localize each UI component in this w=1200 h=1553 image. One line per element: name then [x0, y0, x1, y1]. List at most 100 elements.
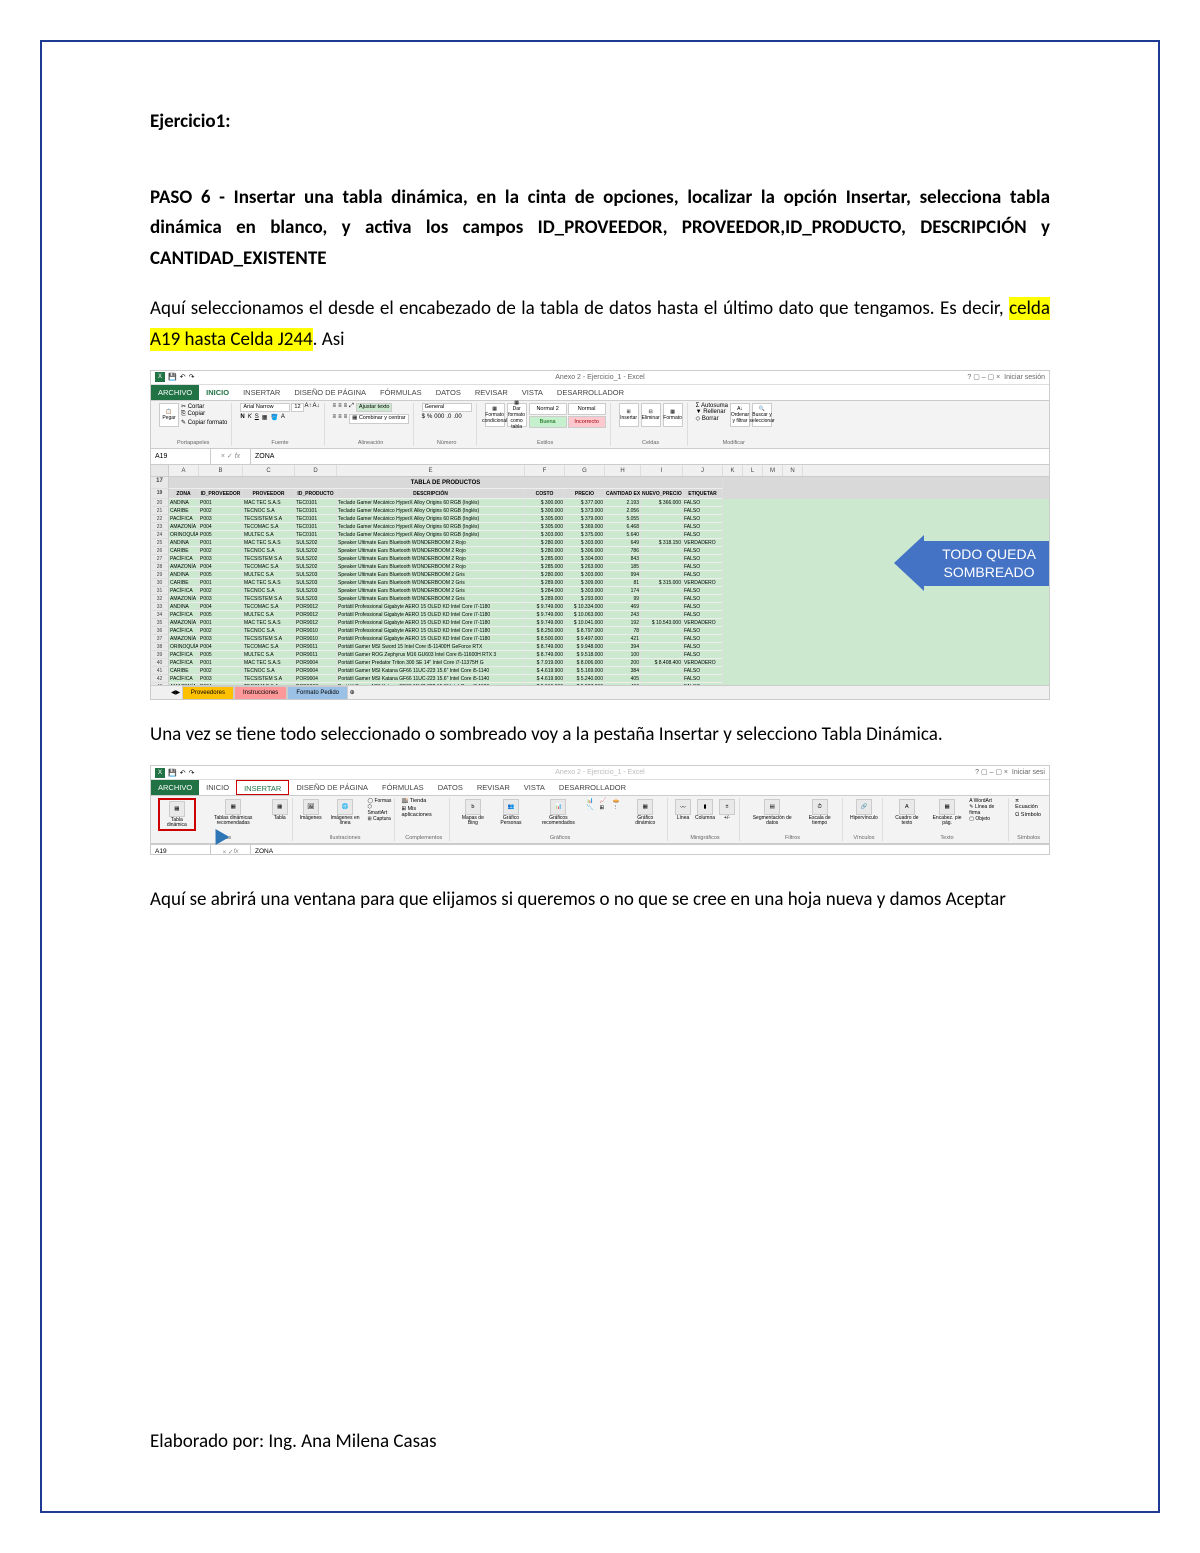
- row-header[interactable]: 29: [151, 571, 169, 579]
- cell[interactable]: FALSO: [683, 587, 723, 595]
- cell[interactable]: FALSO: [683, 563, 723, 571]
- cell[interactable]: $ 9.749.000: [525, 603, 565, 611]
- cell[interactable]: FALSO: [683, 507, 723, 515]
- cell[interactable]: POR9012: [295, 611, 337, 619]
- cell[interactable]: P005: [199, 571, 243, 579]
- cut-button[interactable]: ✂ Cortar: [181, 403, 227, 410]
- cell[interactable]: ANDINA: [169, 539, 199, 547]
- row-header[interactable]: 38: [151, 643, 169, 651]
- sort-filter-button[interactable]: A↓Ordenar y filtrar: [730, 403, 750, 427]
- cell[interactable]: FALSO: [683, 499, 723, 507]
- tab-revisar-2[interactable]: REVISAR: [470, 780, 517, 795]
- cell[interactable]: Portátil Professional Gigabyte AERO 15 O…: [337, 619, 525, 627]
- cell[interactable]: SULS202: [295, 539, 337, 547]
- cell[interactable]: [641, 611, 683, 619]
- col-L[interactable]: L: [743, 465, 763, 476]
- col-J[interactable]: J: [683, 465, 723, 476]
- cell[interactable]: [641, 507, 683, 515]
- cell[interactable]: $ 5.893.000: [565, 699, 605, 700]
- cell[interactable]: MAC TEC S.A.S: [243, 699, 295, 700]
- cell[interactable]: TEC0101: [295, 499, 337, 507]
- cell[interactable]: TEC0101: [295, 515, 337, 523]
- row-header[interactable]: 27: [151, 555, 169, 563]
- col-N[interactable]: N: [783, 465, 803, 476]
- cell[interactable]: PACÍFICA: [169, 659, 199, 667]
- cell[interactable]: Portátil Gamer Predator Triton 300 SE 14…: [337, 659, 525, 667]
- cell[interactable]: $ 4.619.900: [525, 667, 565, 675]
- timeline-button[interactable]: ⏱Escala de tiempo: [800, 798, 839, 827]
- cell[interactable]: $ 10.041.000: [565, 619, 605, 627]
- cell[interactable]: PACÍFICA: [169, 611, 199, 619]
- tab-desarrollador[interactable]: DESARROLLADOR: [550, 385, 631, 400]
- cell[interactable]: $ 263.000: [565, 563, 605, 571]
- cell[interactable]: $ 285.000: [525, 555, 565, 563]
- rec-charts-button[interactable]: 📊Gráficos recomendados: [532, 798, 584, 827]
- cell[interactable]: Portátil Gamer MSI Katana GF66 11UC-223 …: [337, 675, 525, 683]
- cell[interactable]: [641, 563, 683, 571]
- cell[interactable]: $ 303.000: [565, 539, 605, 547]
- name-box[interactable]: A19: [151, 449, 211, 464]
- cell[interactable]: P005: [199, 651, 243, 659]
- align-right-icon[interactable]: ≡: [344, 414, 348, 424]
- row-header[interactable]: 37: [151, 635, 169, 643]
- cell[interactable]: $ 10.063.000: [565, 611, 605, 619]
- col-G[interactable]: G: [565, 465, 605, 476]
- row-header[interactable]: 39: [151, 651, 169, 659]
- cell[interactable]: 5.055: [605, 515, 641, 523]
- row-header[interactable]: 34: [151, 611, 169, 619]
- cell[interactable]: TECNOC S.A: [243, 547, 295, 555]
- my-apps-button[interactable]: ⊞ Mis aplicaciones: [401, 806, 446, 818]
- cell[interactable]: 421: [605, 699, 641, 700]
- cell[interactable]: [641, 675, 683, 683]
- cell[interactable]: 384: [605, 667, 641, 675]
- select-all-corner[interactable]: [151, 465, 169, 476]
- cell[interactable]: [641, 531, 683, 539]
- cell[interactable]: TECSISTEM S.A: [243, 555, 295, 563]
- cell[interactable]: TECOMAC S.A: [243, 643, 295, 651]
- cell[interactable]: $ 8.500.000: [525, 635, 565, 643]
- col-M[interactable]: M: [763, 465, 783, 476]
- cell[interactable]: ANDINA: [169, 499, 199, 507]
- cell[interactable]: Speaker Ultimate Ears Bluetooth WONDERBO…: [337, 571, 525, 579]
- cell[interactable]: [641, 635, 683, 643]
- tab-inicio-2[interactable]: INICIO: [199, 780, 236, 795]
- cell[interactable]: FALSO: [683, 547, 723, 555]
- cell[interactable]: Portátil Professional Gigabyte AERO 15 O…: [337, 603, 525, 611]
- cell[interactable]: CARIBE: [169, 667, 199, 675]
- style-normal[interactable]: Normal: [568, 403, 606, 415]
- cell[interactable]: $ 8.006.000: [565, 659, 605, 667]
- cell[interactable]: 2.056: [605, 507, 641, 515]
- cell[interactable]: Portátil Professional Gigabyte AERO 15 O…: [337, 635, 525, 643]
- font-size-dropdown[interactable]: 12: [291, 403, 303, 413]
- cell[interactable]: Portátil Gamer MSI Sword 15 Intel Core i…: [337, 643, 525, 651]
- tab-vista-2[interactable]: VISTA: [517, 780, 552, 795]
- slicer-button[interactable]: ▤Segmentación de datos: [746, 798, 798, 827]
- style-incorrecto[interactable]: Incorrecto: [568, 416, 606, 428]
- cell[interactable]: $ 300.000: [525, 507, 565, 515]
- cell[interactable]: $ 7.919.000: [525, 659, 565, 667]
- cell[interactable]: PACÍFICA: [169, 651, 199, 659]
- cell[interactable]: 78: [605, 627, 641, 635]
- formula-input-2[interactable]: ZONA: [251, 845, 1049, 855]
- cell[interactable]: $ 9.749.000: [525, 611, 565, 619]
- align-center-icon[interactable]: ≡: [338, 414, 342, 424]
- cell[interactable]: 192: [605, 619, 641, 627]
- sheet-tab-formato-pedido[interactable]: Formato Pedido: [287, 686, 348, 699]
- cell[interactable]: [641, 547, 683, 555]
- merge-center-button[interactable]: ▦ Combinar y centrar: [349, 414, 409, 424]
- cell[interactable]: FALSO: [683, 603, 723, 611]
- cell[interactable]: 81: [605, 579, 641, 587]
- tab-inicio[interactable]: INICIO: [199, 385, 236, 400]
- signature-button[interactable]: ✎ Línea de firma: [969, 804, 1005, 816]
- cell[interactable]: $ 8.749.000: [525, 643, 565, 651]
- new-sheet-icon[interactable]: ⊕: [348, 689, 355, 696]
- cell[interactable]: TECOMAC S.A: [243, 603, 295, 611]
- cell[interactable]: $ 9.497.000: [565, 635, 605, 643]
- cell[interactable]: VERDADERO: [683, 659, 723, 667]
- cell[interactable]: P001: [199, 659, 243, 667]
- cell[interactable]: Teclado Gamer Mecánico HyperX Alloy Orig…: [337, 523, 525, 531]
- decrease-font-icon[interactable]: A↓: [313, 403, 320, 413]
- cell[interactable]: $ 303.000: [565, 587, 605, 595]
- cell[interactable]: Speaker Ultimate Ears Bluetooth WONDERBO…: [337, 547, 525, 555]
- copy-button[interactable]: ⎘ Copiar: [181, 411, 227, 418]
